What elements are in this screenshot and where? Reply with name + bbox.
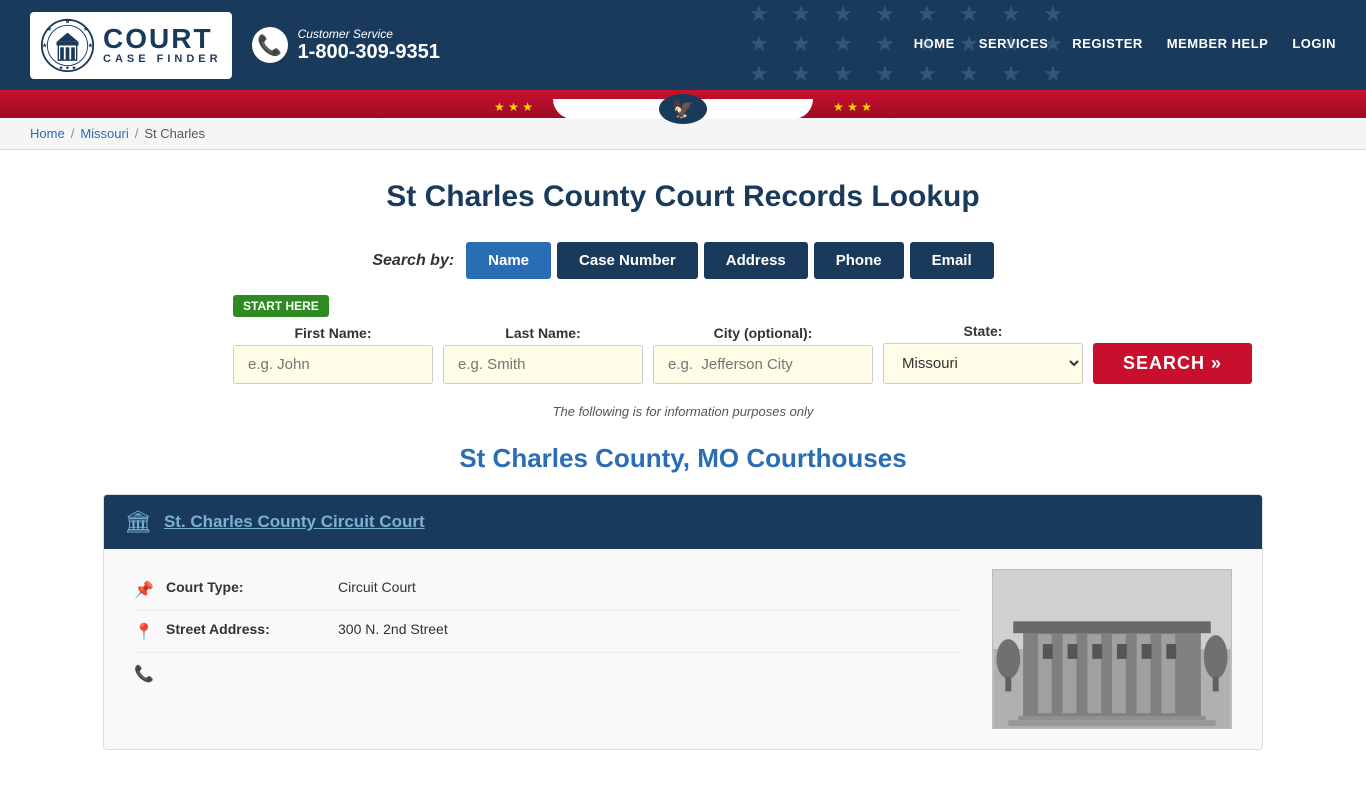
header-left: ★ ★ ★ ★ ★ ★ ★ ★ COURT CASE FINDER 📞 — [30, 12, 440, 79]
customer-service-block: 📞 Customer Service 1-800-309-9351 — [252, 27, 440, 64]
courthouse-image — [992, 569, 1232, 729]
breadcrumb-sep-2: / — [135, 126, 139, 141]
search-section: Search by: Name Case Number Address Phon… — [103, 242, 1263, 384]
courthouse-info: 📌 Court Type: Circuit Court 📍 Street Add… — [134, 569, 962, 729]
site-header: ★★★★★★★★ ★★★★★★★★ ★★★★★★★★ ★ ★ ★ ★ ★ — [0, 0, 1366, 90]
courthouse-icon: 🏛 — [124, 509, 152, 535]
site-logo[interactable]: ★ ★ ★ ★ ★ ★ ★ ★ COURT CASE FINDER — [30, 12, 232, 79]
nav-member-help[interactable]: MEMBER HELP — [1167, 36, 1269, 55]
tab-case-number[interactable]: Case Number — [557, 242, 698, 279]
banner-stars-right: ★ ★ ★ — [813, 100, 892, 118]
courthouses-title: St Charles County, MO Courthouses — [103, 443, 1263, 474]
eagle-container: 🦅 — [659, 94, 707, 124]
search-by-label: Search by: — [372, 252, 454, 270]
state-label: State: — [883, 323, 1083, 339]
nav-register[interactable]: REGISTER — [1072, 36, 1142, 55]
logo-court-label: COURT — [103, 25, 222, 53]
phone-icon: 📞 — [252, 27, 288, 63]
customer-service-label: Customer Service — [298, 27, 440, 41]
svg-text:★: ★ — [64, 18, 71, 26]
court-type-label: Court Type: — [166, 579, 326, 595]
search-button[interactable]: SEARCH » — [1093, 343, 1252, 384]
banner-arc-decoration: 🦅 — [553, 99, 813, 119]
breadcrumb-state[interactable]: Missouri — [80, 126, 128, 141]
search-by-row: Search by: Name Case Number Address Phon… — [103, 242, 1263, 279]
logo-emblem-icon: ★ ★ ★ ★ ★ ★ ★ ★ — [40, 18, 95, 73]
nav-services[interactable]: SERVICES — [979, 36, 1049, 55]
info-note: The following is for information purpose… — [103, 404, 1263, 419]
last-name-label: Last Name: — [443, 325, 643, 341]
tab-phone[interactable]: Phone — [814, 242, 904, 279]
first-name-group: First Name: — [233, 325, 433, 384]
first-name-label: First Name: — [233, 325, 433, 341]
logo-case-finder-label: CASE FINDER — [103, 53, 222, 65]
address-label: Street Address: — [166, 621, 326, 637]
state-select[interactable]: Missouri Alabama Alaska Arizona Californ… — [883, 343, 1083, 384]
last-name-input[interactable] — [443, 345, 643, 384]
svg-text:★: ★ — [46, 25, 52, 32]
nav-login[interactable]: LOGIN — [1292, 36, 1336, 55]
main-content: St Charles County Court Records Lookup S… — [83, 150, 1283, 790]
court-type-row: 📌 Court Type: Circuit Court — [134, 569, 962, 611]
breadcrumb-sep-1: / — [71, 126, 75, 141]
address-icon: 📍 — [134, 622, 154, 642]
main-nav: HOME SERVICES REGISTER MEMBER HELP LOGIN — [914, 36, 1336, 55]
courthouse-body: 📌 Court Type: Circuit Court 📍 Street Add… — [104, 549, 1262, 749]
eagle-icon: 🦅 — [672, 99, 694, 120]
courthouse-header: 🏛 St. Charles County Circuit Court — [104, 495, 1262, 549]
address-value: 300 N. 2nd Street — [338, 621, 448, 637]
first-name-input[interactable] — [233, 345, 433, 384]
svg-text:★: ★ — [42, 42, 48, 49]
tab-name[interactable]: Name — [466, 242, 551, 279]
banner-stars-left: ★ ★ ★ — [474, 100, 553, 118]
city-label: City (optional): — [653, 325, 873, 341]
city-group: City (optional): — [653, 325, 873, 384]
court-type-value: Circuit Court — [338, 579, 416, 595]
svg-text:★: ★ — [88, 42, 94, 49]
logo-text-block: COURT CASE FINDER — [103, 25, 222, 65]
svg-text:★ ★ ★: ★ ★ ★ — [59, 64, 77, 71]
phone-row-icon: 📞 — [134, 664, 154, 684]
page-title: St Charles County Court Records Lookup — [103, 180, 1263, 214]
court-type-icon: 📌 — [134, 580, 154, 600]
start-here-badge: START HERE — [233, 295, 329, 317]
tab-address[interactable]: Address — [704, 242, 808, 279]
customer-service-phone: 1-800-309-9351 — [298, 41, 440, 64]
last-name-group: Last Name: — [443, 325, 643, 384]
address-row: 📍 Street Address: 300 N. 2nd Street — [134, 611, 962, 653]
search-form: First Name: Last Name: City (optional): … — [233, 323, 1252, 384]
state-group: State: Missouri Alabama Alaska Arizona C… — [883, 323, 1083, 384]
tab-email[interactable]: Email — [910, 242, 994, 279]
customer-service-text: Customer Service 1-800-309-9351 — [298, 27, 440, 64]
red-banner: ★ ★ ★ 🦅 ★ ★ ★ — [0, 90, 1366, 118]
breadcrumb-current: St Charles — [144, 126, 205, 141]
courthouse-building-svg — [993, 570, 1231, 728]
breadcrumb-home[interactable]: Home — [30, 126, 65, 141]
courthouse-name-link[interactable]: St. Charles County Circuit Court — [164, 512, 425, 532]
nav-home[interactable]: HOME — [914, 36, 955, 55]
placeholder-row: 📞 — [134, 653, 962, 694]
svg-text:★: ★ — [83, 25, 89, 32]
city-input[interactable] — [653, 345, 873, 384]
courthouse-card: 🏛 St. Charles County Circuit Court 📌 Cou… — [103, 494, 1263, 750]
